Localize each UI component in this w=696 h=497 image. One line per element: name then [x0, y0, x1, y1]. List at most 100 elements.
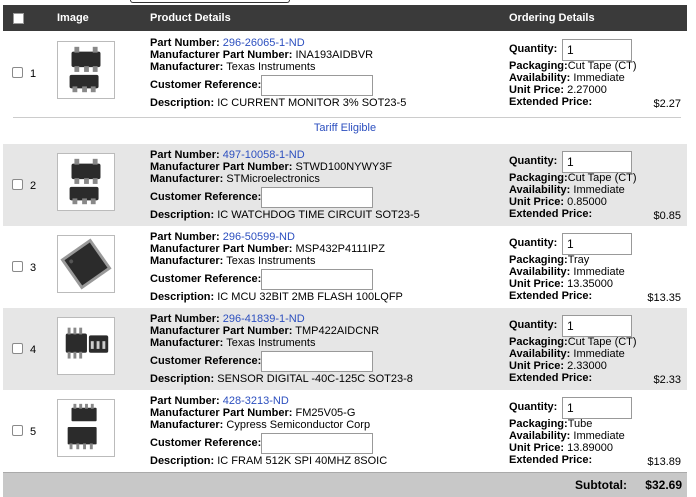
manufacturer-value: STMicroelectronics — [226, 173, 320, 185]
unit-price-line: Unit Price: 13.35000 — [509, 278, 613, 290]
extended-price-label: Extended Price: — [509, 96, 593, 108]
part-number-label: Part Number: — [150, 313, 220, 325]
mfr-part-number-line: Manufacturer Part Number: FM25V05-G — [150, 407, 355, 419]
packaging-value: Cut Tape (CT) — [567, 172, 637, 184]
row-checkbox[interactable] — [12, 261, 23, 272]
unit-price-line: Unit Price: 2.33000 — [509, 360, 607, 372]
extended-price-value: $13.35 — [647, 292, 681, 304]
part-number-link[interactable]: 296-50599-ND — [223, 231, 295, 243]
extended-price-label: Extended Price: — [509, 290, 593, 302]
row-checkbox[interactable] — [12, 179, 23, 190]
quantity-input[interactable] — [562, 39, 632, 61]
extended-price-line: Extended Price: — [509, 208, 592, 220]
customer-reference-input[interactable] — [261, 75, 373, 96]
mfr-part-number-value: STWD100NYWY3F — [295, 161, 393, 173]
mfr-part-number-label: Manufacturer Part Number: — [150, 161, 293, 173]
mfr-part-number-label: Manufacturer Part Number: — [150, 407, 293, 419]
manufacturer-line: Manufacturer: STMicroelectronics — [150, 173, 320, 185]
part-number-link[interactable]: 296-26065-1-ND — [223, 37, 305, 49]
availability-line: Availability: Immediate — [509, 348, 625, 360]
part-number-label: Part Number: — [150, 149, 220, 161]
quantity-label: Quantity: — [509, 401, 558, 413]
availability-label: Availability: — [509, 72, 571, 84]
part-number-link[interactable]: 428-3213-ND — [223, 395, 289, 407]
unit-price-value: 2.33000 — [567, 360, 607, 372]
table-row: 3 Part Number: 296-50599-ND Manufacturer… — [3, 226, 687, 308]
product-image[interactable] — [57, 235, 115, 293]
manufacturer-label: Manufacturer: — [150, 255, 224, 267]
mfr-part-number-label: Manufacturer Part Number: — [150, 49, 293, 61]
lqfp-package-icon — [58, 236, 114, 292]
top-tab-strip — [130, 0, 290, 3]
quantity-label: Quantity: — [509, 237, 558, 249]
manufacturer-value: Texas Instruments — [226, 255, 316, 267]
manufacturer-value: Texas Instruments — [226, 337, 316, 349]
product-image[interactable] — [57, 41, 115, 99]
extended-price-line: Extended Price: — [509, 290, 592, 302]
quantity-input[interactable] — [562, 315, 632, 337]
description-value: IC FRAM 512K SPI 40MHZ 8SOIC — [217, 455, 388, 467]
subtotal-bar: Subtotal: $32.69 — [3, 472, 687, 497]
packaging-value: Tube — [567, 418, 593, 430]
availability-value: Immediate — [573, 430, 625, 442]
product-image[interactable] — [57, 317, 115, 375]
description-line: Description: SENSOR DIGITAL -40C-125C SO… — [150, 373, 413, 385]
description-label: Description: — [150, 97, 215, 109]
header-ordering-details: Ordering Details — [509, 12, 595, 24]
part-number-link[interactable]: 296-41839-1-ND — [223, 313, 305, 325]
unit-price-line: Unit Price: 0.85000 — [509, 196, 607, 208]
product-image[interactable] — [57, 153, 115, 211]
manufacturer-line: Manufacturer: Texas Instruments — [150, 337, 315, 349]
quantity-input[interactable] — [562, 151, 632, 173]
packaging-value: Tray — [567, 254, 590, 266]
table-row: 5 Part Number: 428-3213-ND Manufacturer … — [3, 390, 687, 472]
quantity-label: Quantity: — [509, 155, 558, 167]
row-checkbox[interactable] — [12, 343, 23, 354]
subtotal-value: $32.69 — [645, 478, 682, 492]
customer-reference-input[interactable] — [261, 187, 373, 208]
availability-label: Availability: — [509, 430, 571, 442]
part-number-line: Part Number: 428-3213-ND — [150, 395, 289, 407]
extended-price-label: Extended Price: — [509, 454, 593, 466]
select-all-checkbox[interactable] — [13, 13, 24, 24]
unit-price-line: Unit Price: 13.89000 — [509, 442, 613, 454]
availability-value: Immediate — [573, 72, 625, 84]
row-index: 4 — [30, 344, 37, 356]
customer-reference-line: Customer Reference: — [150, 273, 261, 285]
mfr-part-number-line: Manufacturer Part Number: TMP422AIDCNR — [150, 325, 379, 337]
packaging-label: Packaging: — [509, 254, 568, 266]
tariff-eligible-link[interactable]: Tariff Eligible — [3, 122, 687, 134]
customer-reference-input[interactable] — [261, 269, 373, 290]
mfr-part-number-label: Manufacturer Part Number: — [150, 243, 293, 255]
customer-reference-label: Customer Reference: — [150, 437, 262, 449]
description-line: Description: IC MCU 32BIT 2MB FLASH 100L… — [150, 291, 403, 303]
customer-reference-label: Customer Reference: — [150, 355, 262, 367]
availability-line: Availability: Immediate — [509, 184, 625, 196]
manufacturer-value: Texas Instruments — [226, 61, 316, 73]
part-number-line: Part Number: 296-26065-1-ND — [150, 37, 305, 49]
customer-reference-label: Customer Reference: — [150, 191, 262, 203]
availability-value: Immediate — [573, 266, 625, 278]
availability-label: Availability: — [509, 184, 571, 196]
customer-reference-line: Customer Reference: — [150, 191, 261, 203]
customer-reference-line: Customer Reference: — [150, 79, 261, 91]
quantity-input[interactable] — [562, 397, 632, 419]
tariff-row: Tariff Eligible — [3, 113, 687, 143]
description-label: Description: — [150, 209, 215, 221]
part-number-link[interactable]: 497-10058-1-ND — [223, 149, 305, 161]
mfr-part-number-value: INA193AIDBVR — [295, 49, 374, 61]
manufacturer-label: Manufacturer: — [150, 419, 224, 431]
part-number-line: Part Number: 296-41839-1-ND — [150, 313, 305, 325]
unit-price-value: 0.85000 — [567, 196, 607, 208]
packaging-value: Cut Tape (CT) — [567, 336, 637, 348]
quantity-input[interactable] — [562, 233, 632, 255]
customer-reference-label: Customer Reference: — [150, 273, 262, 285]
row-checkbox[interactable] — [12, 67, 23, 78]
row-index: 5 — [30, 426, 37, 438]
customer-reference-input[interactable] — [261, 433, 373, 454]
customer-reference-input[interactable] — [261, 351, 373, 372]
mfr-part-number-line: Manufacturer Part Number: MSP432P4111IPZ — [150, 243, 385, 255]
product-image[interactable] — [57, 399, 115, 457]
row-checkbox[interactable] — [12, 425, 23, 436]
description-label: Description: — [150, 455, 215, 467]
